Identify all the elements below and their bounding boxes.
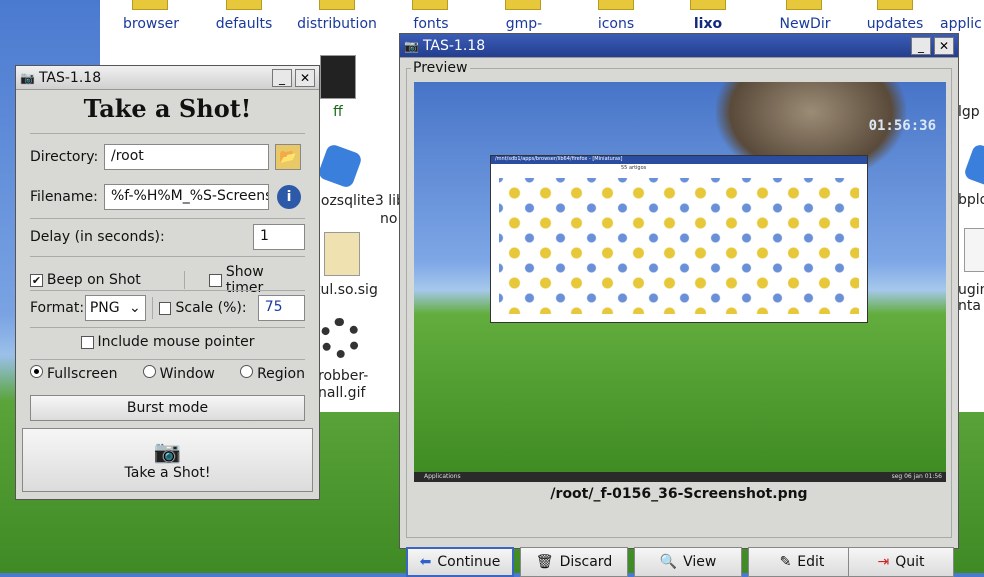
preview-title: TAS-1.18 (422, 37, 486, 54)
info-icon[interactable]: i (277, 185, 301, 209)
file-right-1[interactable]: lgp (958, 104, 984, 120)
file-right-3[interactable]: ugin (958, 282, 984, 298)
screenshot-filename: /root/_f-0156_36-Screenshot.png (550, 486, 808, 502)
file-icon (964, 228, 984, 272)
folder-fonts[interactable]: fonts (386, 16, 476, 32)
filename-label: Filename: (30, 189, 98, 205)
format-label: Format: (30, 300, 85, 316)
inner-file-window: /mnt/sdb1/apps/browser/lib64/firefox - [… (490, 155, 868, 323)
region-label: Region (257, 366, 305, 382)
fullscreen-label: Fullscreen (47, 366, 118, 382)
folder-icon (226, 0, 262, 10)
file-right-2[interactable]: bplo (958, 192, 984, 208)
inner-status: 55 artigos (621, 165, 647, 171)
inner-taskbar: Applications seg 06 jan 01:56 (414, 472, 946, 482)
window-label: Window (159, 366, 215, 382)
taskbar-applications: Applications (424, 473, 461, 480)
screenshot-thumbnail[interactable]: 01:56:36 /mnt/sdb1/apps/browser/lib64/fi… (414, 82, 946, 482)
show-timer-label: Show timer (225, 264, 264, 296)
delay-spinner[interactable]: 1 (253, 224, 305, 250)
format-select[interactable]: PNG ⌄ (84, 295, 146, 321)
folder-updates[interactable]: updates (850, 16, 940, 32)
trash-icon: 🗑 (535, 554, 554, 570)
file-throbber[interactable]: robber- (318, 368, 378, 384)
terminal-file-icon (320, 55, 356, 99)
preview-label: Preview (411, 60, 470, 76)
discard-label: Discard (559, 554, 613, 570)
tas-heading: Take a Shot! (83, 94, 252, 123)
folder-icon (132, 0, 168, 10)
preview-titlebar[interactable]: 📷 TAS-1.18 _ ✕ (400, 34, 958, 58)
show-timer-checkbox[interactable] (208, 273, 222, 287)
folder-icon (690, 0, 726, 10)
view-label: View (683, 554, 717, 570)
fullscreen-radio[interactable]: Fullscreen (30, 365, 117, 382)
take-shot-button[interactable]: 📷 Take a Shot! (22, 428, 313, 492)
tas-window: 📷 TAS-1.18 _ ✕ Take a Shot! Directory: /… (15, 65, 320, 500)
minimize-button[interactable]: _ (272, 68, 292, 87)
folder-icon (877, 0, 913, 10)
camera-icon: 📷 (20, 70, 35, 85)
folder-distribution[interactable]: distribution (292, 16, 382, 32)
tas-title: TAS-1.18 (38, 69, 102, 86)
scale-checkbox[interactable] (158, 301, 172, 315)
folder-icon (319, 0, 355, 10)
burst-mode-button[interactable]: Burst mode (30, 395, 305, 421)
folder-browse-button[interactable]: 📂 (275, 144, 301, 170)
beep-checkbox[interactable]: ✔ (30, 273, 43, 287)
folder-browser[interactable]: browser (106, 16, 196, 32)
quit-label: Quit (895, 554, 925, 570)
continue-label: Continue (437, 554, 501, 570)
folder-icon (598, 0, 634, 10)
folder-defaults[interactable]: defaults (199, 16, 289, 32)
directory-label: Directory: (30, 149, 99, 165)
file-libxul-sig[interactable]: tul.so.sig (315, 282, 405, 298)
edit-label: Edit (797, 554, 825, 570)
camera-icon: 📷 (404, 38, 419, 53)
throbber-icon (320, 318, 360, 358)
mouse-pointer-label: Include mouse pointer (97, 334, 255, 350)
folder-icons[interactable]: icons (571, 16, 661, 32)
close-button[interactable]: ✕ (295, 68, 315, 87)
chevron-down-icon: ⌄ (129, 300, 141, 316)
camera-icon: 📷 (153, 439, 182, 465)
directory-input[interactable]: /root (104, 144, 269, 170)
folder-icon (412, 0, 448, 10)
exit-icon: ⇥ (877, 554, 890, 570)
folder-applic[interactable]: applic (940, 16, 984, 32)
window-radio[interactable]: Window (142, 365, 215, 382)
inner-icons (499, 178, 859, 314)
tas-titlebar[interactable]: 📷 TAS-1.18 _ ✕ (16, 66, 319, 90)
scale-label: Scale (%): (175, 300, 247, 316)
folder-icon (505, 0, 541, 10)
scale-spinner[interactable]: 75 (257, 295, 305, 321)
close-button[interactable]: ✕ (934, 36, 954, 55)
mouse-pointer-checkbox[interactable] (80, 335, 94, 349)
folder-newdir[interactable]: NewDir (760, 16, 850, 32)
file-throbber-gif[interactable]: nall.gif (318, 385, 378, 401)
region-radio[interactable]: Region (240, 365, 305, 382)
folder-icon (786, 0, 822, 10)
preview-window: 📷 TAS-1.18 _ ✕ Preview 01:56:36 /mnt/sdb… (399, 33, 959, 577)
folder-lixo[interactable]: lixo (663, 16, 753, 32)
format-value: PNG (89, 300, 120, 316)
minimize-button[interactable]: _ (911, 36, 931, 55)
inner-title: /mnt/sdb1/apps/browser/lib64/firefox - [… (491, 156, 867, 164)
beep-label: Beep on Shot (46, 272, 141, 288)
continue-arrow-icon: ⬅ (419, 554, 432, 570)
take-shot-label: Take a Shot! (124, 464, 211, 481)
delay-label: Delay (in seconds): (30, 229, 165, 245)
filename-input[interactable]: %f-%H%M_%S-Screensh (104, 184, 269, 210)
taskbar-clock: seg 06 jan 01:56 (891, 473, 942, 480)
clock-display: 01:56:36 (868, 118, 936, 134)
magnifier-icon: 🔍 (659, 554, 678, 570)
edit-icon: ✎ (779, 554, 792, 570)
pgp-file-icon (324, 232, 360, 276)
puzzle-icon (962, 142, 984, 190)
file-right-4[interactable]: nta (958, 298, 984, 314)
puzzle-icon (316, 142, 364, 190)
